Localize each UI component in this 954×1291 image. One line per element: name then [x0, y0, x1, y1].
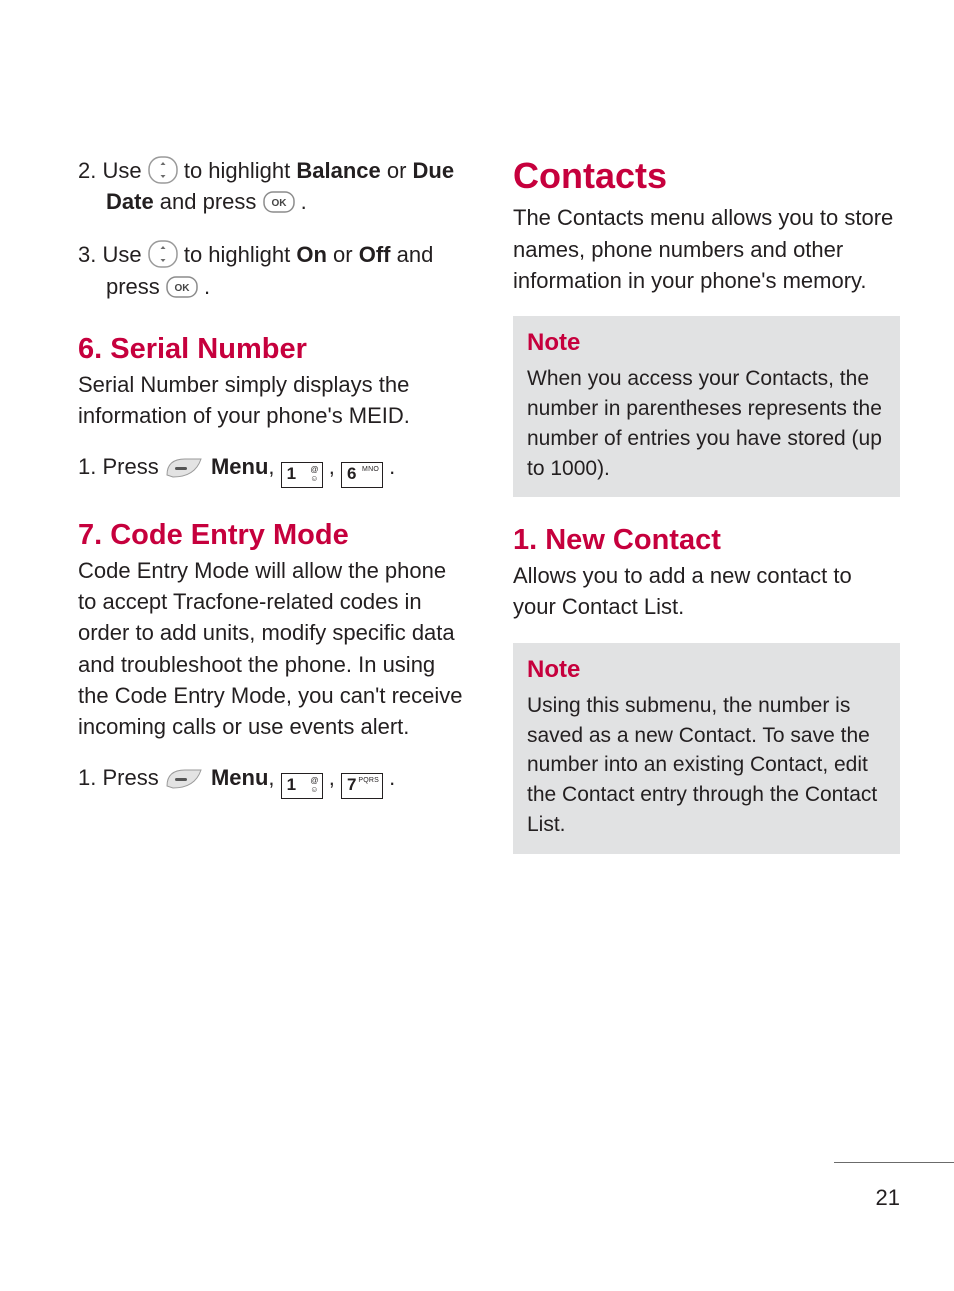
step-text: . [198, 274, 210, 299]
page-number: 21 [876, 1182, 900, 1213]
left-soft-key-icon [165, 766, 205, 790]
step-text: , [268, 765, 280, 790]
navigation-key-icon [148, 156, 178, 184]
step-text: to highlight [178, 242, 297, 267]
step-text: Use [96, 242, 147, 267]
key-main: 1 [287, 464, 296, 483]
step-3: 3. Use to highlight On or Off and press … [78, 239, 465, 301]
step-1: 1. Press Menu, 1 @☺ , 6 MNO . [78, 451, 465, 488]
section-body: Code Entry Mode will allow the phone to … [78, 555, 465, 742]
key-sub: @☺ [310, 465, 318, 483]
key-sub: PQRS [358, 777, 379, 784]
note-box: Note When you access your Contacts, the … [513, 316, 900, 497]
note-heading: Note [527, 653, 888, 687]
ui-term: Menu [211, 765, 268, 790]
section-body: Allows you to add a new contact to your … [513, 560, 900, 622]
keypad-1-icon: 1 @☺ [281, 773, 323, 799]
note-box: Note Using this submenu, the number is s… [513, 643, 900, 854]
left-soft-key-icon [165, 455, 205, 479]
footer-rule [834, 1162, 954, 1163]
step-text: . [383, 765, 395, 790]
navigation-key-icon [148, 240, 178, 268]
left-column: 2. Use to highlight Balance or Due Date … [78, 155, 465, 874]
key-main: 1 [287, 775, 296, 794]
step-text: or [381, 158, 413, 183]
step-text: . [383, 454, 395, 479]
key-main: 7 [347, 775, 356, 794]
step-text: Press [96, 454, 164, 479]
ok-key-icon [166, 275, 198, 297]
key-sub: MNO [362, 466, 379, 473]
columns: 2. Use to highlight Balance or Due Date … [78, 155, 900, 874]
manual-page: 2. Use to highlight Balance or Due Date … [0, 0, 954, 1291]
step-number: 3. [78, 242, 96, 267]
ui-term: Balance [296, 158, 380, 183]
step-text: or [327, 242, 359, 267]
note-heading: Note [527, 326, 888, 360]
section-heading-serial-number: 6. Serial Number [78, 332, 465, 367]
right-column: Contacts The Contacts menu allows you to… [513, 155, 900, 874]
ui-term: On [296, 242, 327, 267]
step-list: 1. Press Menu, 1 @☺ , 7PQRS . [78, 762, 465, 799]
step-text: , [323, 765, 341, 790]
step-text: , [323, 454, 341, 479]
step-2: 2. Use to highlight Balance or Due Date … [78, 155, 465, 217]
step-text: , [268, 454, 280, 479]
step-text: to highlight [178, 158, 297, 183]
keypad-7-icon: 7PQRS [341, 773, 383, 799]
chapter-title-contacts: Contacts [513, 155, 900, 196]
section-body: Serial Number simply displays the inform… [78, 369, 465, 431]
step-text: Use [96, 158, 147, 183]
keypad-6-icon: 6 MNO [341, 462, 383, 488]
step-number: 2. [78, 158, 96, 183]
step-list-continued: 2. Use to highlight Balance or Due Date … [78, 155, 465, 302]
step-1: 1. Press Menu, 1 @☺ , 7PQRS . [78, 762, 465, 799]
step-text: and press [154, 189, 263, 214]
ok-key-icon [263, 190, 295, 212]
step-list: 1. Press Menu, 1 @☺ , 6 MNO . [78, 451, 465, 488]
step-number: 1. [78, 454, 96, 479]
step-text: . [295, 189, 307, 214]
note-body: Using this submenu, the number is saved … [527, 691, 888, 840]
keypad-1-icon: 1 @☺ [281, 462, 323, 488]
ui-term: Menu [211, 454, 268, 479]
section-heading-code-entry: 7. Code Entry Mode [78, 518, 465, 553]
key-main: 6 [347, 464, 356, 483]
step-text: Press [96, 765, 164, 790]
section-heading-new-contact: 1. New Contact [513, 523, 900, 558]
note-body: When you access your Contacts, the numbe… [527, 364, 888, 483]
key-sub: @☺ [310, 776, 318, 794]
step-number: 1. [78, 765, 96, 790]
ui-term: Off [359, 242, 391, 267]
chapter-intro: The Contacts menu allows you to store na… [513, 202, 900, 296]
